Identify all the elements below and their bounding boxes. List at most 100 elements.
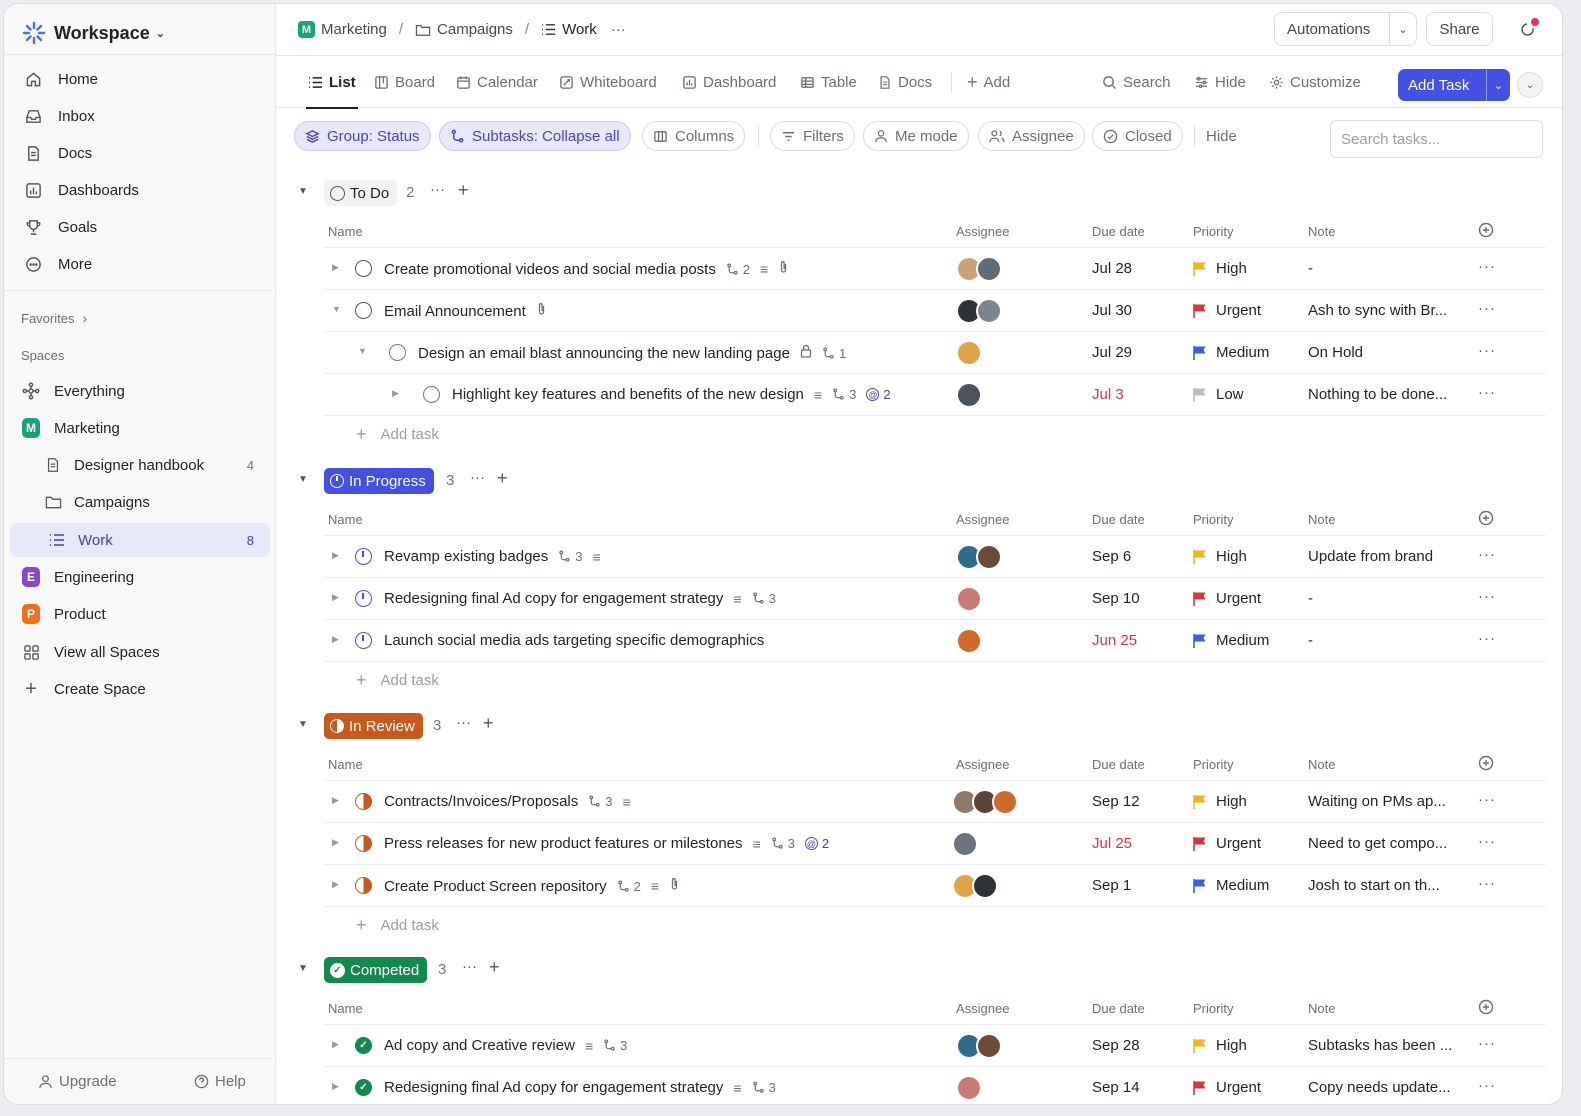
row-more-icon[interactable]: ··· [1478,258,1496,275]
expand-caret-icon[interactable]: ▶ [332,1039,339,1050]
expand-caret-icon[interactable]: ▶ [332,592,339,603]
assignee-avatars[interactable] [956,1075,982,1101]
col-priority[interactable]: Priority [1193,512,1233,527]
expand-caret-icon[interactable]: ▶ [332,634,339,645]
note[interactable]: Update from brand [1308,548,1468,565]
tab-docs[interactable]: Docs [878,56,932,108]
assignee-avatars[interactable] [952,789,1018,815]
add-column-icon[interactable] [1478,999,1494,1018]
columns-chip[interactable]: Columns [642,121,746,151]
assignee-chip[interactable]: Assignee [978,121,1085,151]
due-date-overdue[interactable]: Jul 3 [1092,386,1124,403]
assignee-avatars[interactable] [956,544,1002,570]
collapse-caret-icon[interactable]: ▼ [298,186,308,197]
space-product[interactable]: P Product [10,597,270,631]
note[interactable]: Copy needs update... [1308,1079,1468,1096]
status-pill-todo[interactable]: To Do [324,180,398,206]
chevron-down-icon[interactable]: ⌄ [1486,69,1510,101]
hide-button[interactable]: Hide [1194,56,1246,108]
status-completed-icon[interactable]: ✓ [355,1079,372,1096]
col-note[interactable]: Note [1308,224,1335,239]
nav-more[interactable]: More [10,247,270,281]
due-date[interactable]: Sep 10 [1092,590,1140,607]
col-priority[interactable]: Priority [1193,1001,1233,1016]
share-button[interactable]: Share [1426,12,1493,46]
space-everything[interactable]: Everything [10,374,270,408]
tab-dashboard[interactable]: Dashboard [682,56,776,108]
view-all-spaces[interactable]: View all Spaces [10,635,270,669]
status-todo-icon[interactable] [389,344,406,361]
row-more-icon[interactable]: ··· [1478,546,1496,563]
priority[interactable]: High [1193,548,1247,565]
row-more-icon[interactable]: ··· [1478,833,1496,850]
expand-caret-icon[interactable]: ▶ [332,1081,339,1092]
nav-dashboards[interactable]: Dashboards [10,173,270,207]
assignee-avatars[interactable] [956,256,1002,282]
priority[interactable]: Urgent [1193,302,1261,319]
create-space[interactable]: + Create Space [10,672,270,706]
plus-icon[interactable]: + [497,468,508,489]
task-title[interactable]: Press releases for new product features … [384,835,743,852]
assignee-avatars[interactable] [956,340,982,366]
tab-list[interactable]: List [306,56,358,109]
task-title[interactable]: Highlight key features and benefits of t… [452,386,804,403]
list-work[interactable]: Work 8 [10,523,270,557]
priority[interactable]: Medium [1193,632,1269,649]
priority[interactable]: High [1193,1037,1247,1054]
status-in-review-icon[interactable] [355,793,372,810]
status-pill-in-progress[interactable]: In Progress [324,468,434,494]
nav-inbox[interactable]: Inbox [10,99,270,133]
hide-filter-button[interactable]: Hide [1206,128,1237,145]
task-title[interactable]: Redesigning final Ad copy for engagement… [384,590,723,607]
assignee-avatars[interactable] [952,831,978,857]
tab-board[interactable]: Board [374,56,435,108]
breadcrumb-marketing[interactable]: Marketing [321,21,387,38]
nav-goals[interactable]: Goals [10,210,270,244]
col-assignee[interactable]: Assignee [956,1001,1009,1016]
priority[interactable]: Urgent [1193,1079,1261,1096]
col-assignee[interactable]: Assignee [956,512,1009,527]
status-todo-icon[interactable] [355,302,372,319]
due-date[interactable]: Sep 6 [1092,548,1131,565]
collapse-caret-icon[interactable]: ▼ [358,346,367,356]
assignee-avatars[interactable] [952,873,998,899]
col-due-date[interactable]: Due date [1092,224,1145,239]
row-more-icon[interactable]: ··· [1478,791,1496,808]
group-by-chip[interactable]: Group: Status [294,121,431,151]
note[interactable]: Nothing to be done... [1308,386,1468,403]
add-task-button[interactable]: Add Task ⌄ [1398,69,1510,101]
task-title[interactable]: Create Product Screen repository [384,878,607,895]
task-title[interactable]: Create promotional videos and social med… [384,261,716,278]
add-column-icon[interactable] [1478,222,1494,241]
collapse-caret-icon[interactable]: ▼ [298,474,308,485]
due-date[interactable]: Jul 28 [1092,260,1132,277]
search-tasks-input[interactable]: Search tasks... [1330,120,1543,158]
task-row[interactable]: ▶ Press releases for new product feature… [324,823,1546,865]
due-date[interactable]: Jul 30 [1092,302,1132,319]
subtask-row[interactable]: ▶ Highlight key features and benefits of… [324,374,1546,416]
more-icon[interactable]: ··· [430,181,445,198]
due-date-overdue[interactable]: Jul 25 [1092,835,1132,852]
col-due-date[interactable]: Due date [1092,1001,1145,1016]
more-icon[interactable]: ··· [470,469,485,486]
task-title[interactable]: Redesigning final Ad copy for engagement… [384,1079,723,1096]
note[interactable]: - [1308,260,1468,277]
due-date-overdue[interactable]: Jun 25 [1092,632,1137,649]
col-name[interactable]: Name [328,224,363,239]
task-row[interactable]: ▼ Email Announcement Jul 30 Urgent Ash t… [324,290,1546,332]
row-more-icon[interactable]: ··· [1478,342,1496,359]
expand-caret-icon[interactable]: ▶ [392,388,399,399]
status-in-progress-icon[interactable] [355,632,372,649]
priority[interactable]: Low [1193,386,1244,403]
collapse-header-button[interactable]: ⌄ [1517,72,1543,98]
col-name[interactable]: Name [328,1001,363,1016]
status-pill-in-review[interactable]: In Review [324,713,423,739]
status-todo-icon[interactable] [423,386,440,403]
assignee-avatars[interactable] [956,586,982,612]
priority[interactable]: Medium [1193,344,1269,361]
col-priority[interactable]: Priority [1193,757,1233,772]
subtasks-chip[interactable]: Subtasks: Collapse all [439,121,631,151]
breadcrumb-more-button[interactable]: ··· [611,21,626,38]
col-due-date[interactable]: Due date [1092,757,1145,772]
task-title[interactable]: Revamp existing badges [384,548,548,565]
